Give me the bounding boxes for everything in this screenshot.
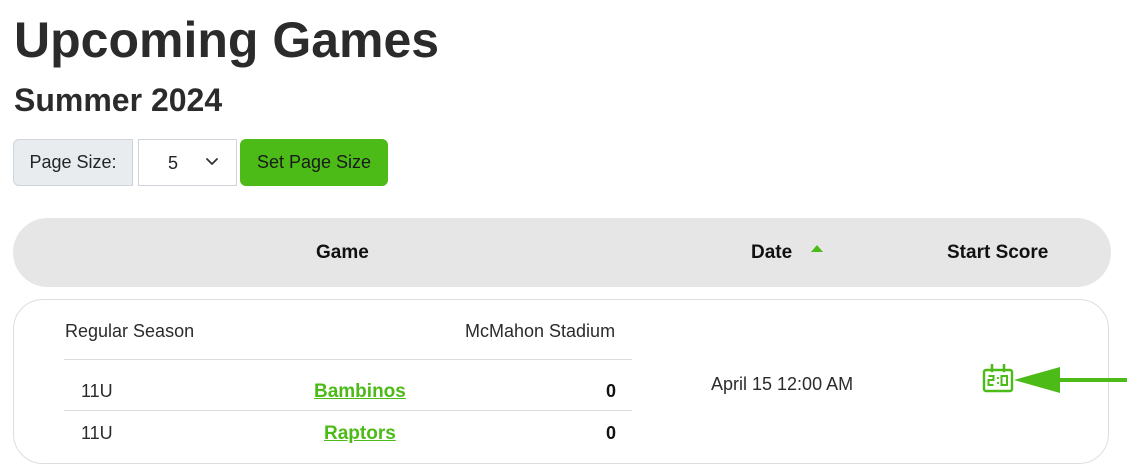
game-card: Regular Season McMahon Stadium 11U Bambi… <box>13 299 1109 464</box>
team-score: 0 <box>606 423 617 443</box>
page-title: Upcoming Games <box>14 12 440 68</box>
team-link[interactable]: Raptors <box>324 423 396 445</box>
page-size-control: Page Size: 5 Set Page Size <box>13 139 388 186</box>
team-division: 11U <box>81 423 113 443</box>
pointer-arrow-icon <box>1014 367 1127 393</box>
team-link[interactable]: Bambinos <box>314 381 406 403</box>
page-size-value: 5 <box>168 153 179 173</box>
page-size-select[interactable]: 5 <box>138 139 237 186</box>
scoreboard-icon[interactable] <box>982 364 1014 394</box>
page-subtitle: Summer 2024 <box>14 82 223 118</box>
team-score: 0 <box>606 381 617 401</box>
sort-ascending-icon[interactable] <box>810 244 824 252</box>
column-header-game[interactable]: Game <box>316 242 369 264</box>
chevron-down-icon <box>206 158 218 165</box>
table-header: Game Date Start Score <box>13 218 1111 287</box>
column-header-start-score[interactable]: Start Score <box>947 242 1048 264</box>
team-division: 11U <box>81 381 113 401</box>
set-page-size-button[interactable]: Set Page Size <box>240 139 388 186</box>
game-date: April 15 12:00 AM <box>711 374 854 394</box>
column-header-date[interactable]: Date <box>751 242 792 264</box>
season-type: Regular Season <box>65 321 195 341</box>
divider <box>64 410 632 411</box>
venue: McMahon Stadium <box>465 321 616 341</box>
divider <box>64 359 632 360</box>
page-size-label: Page Size: <box>13 139 133 186</box>
